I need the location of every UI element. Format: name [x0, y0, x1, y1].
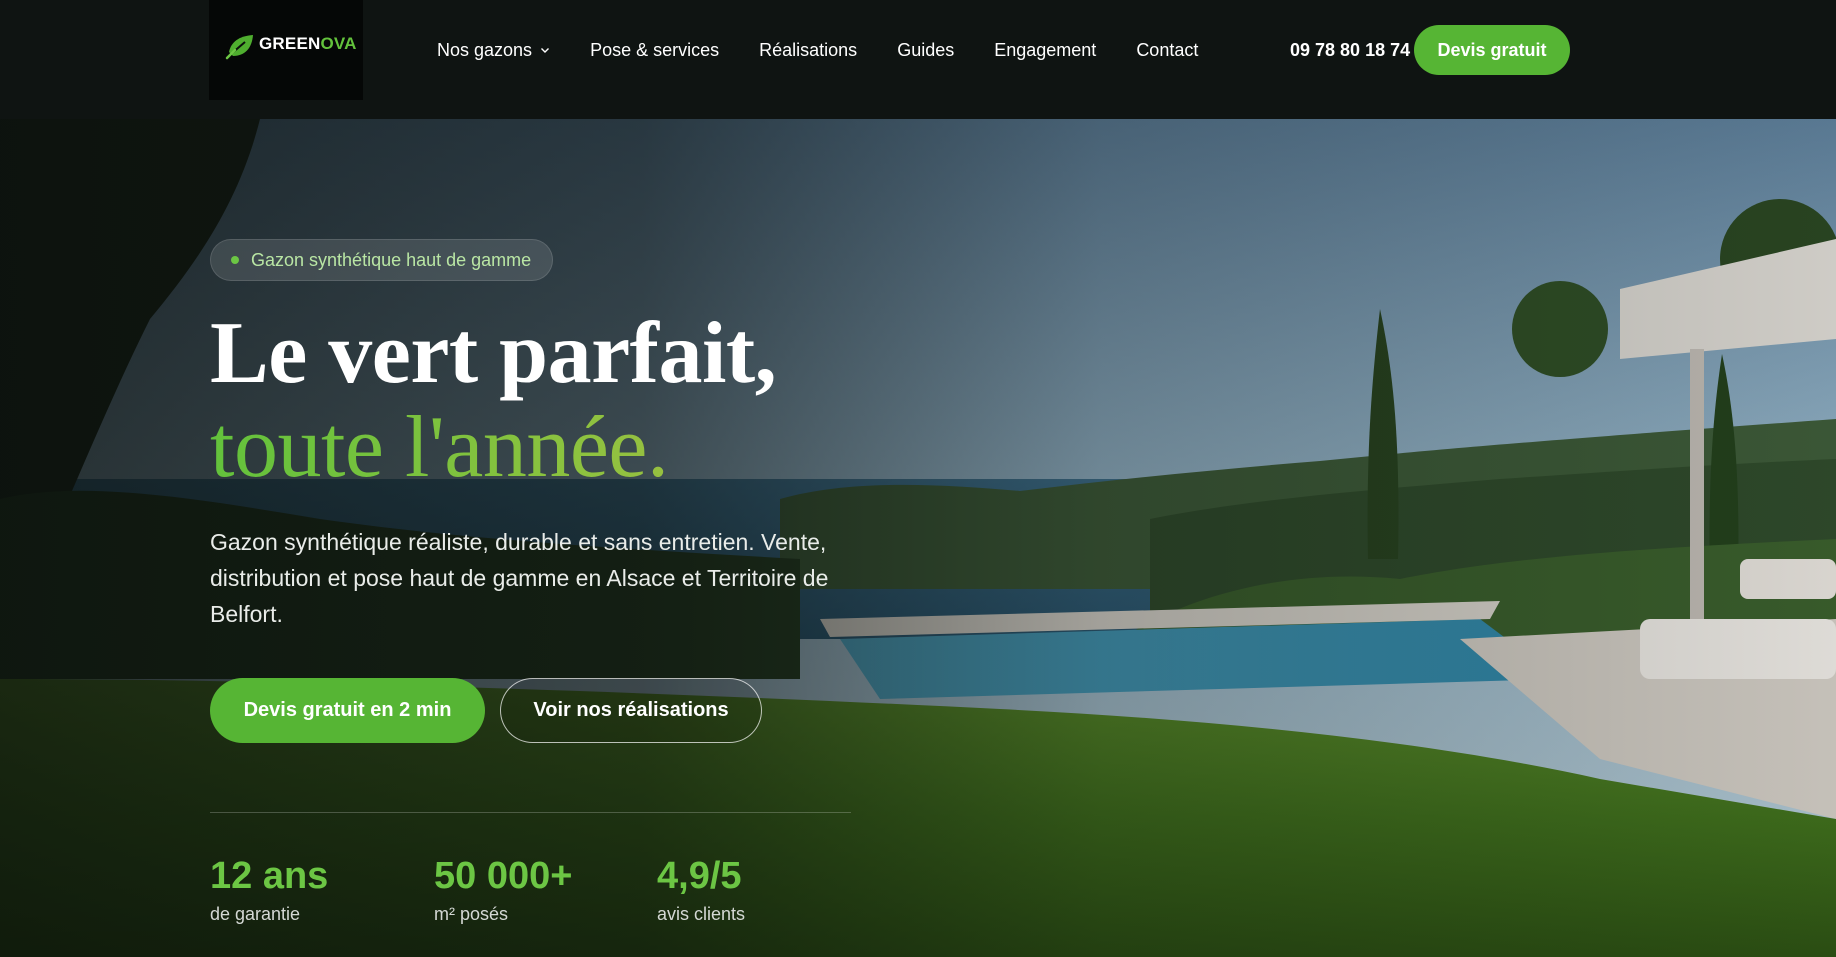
- nav-item-label: Contact: [1136, 39, 1199, 60]
- nav-item-label: Engagement: [994, 39, 1097, 60]
- free-quote-button[interactable]: Devis gratuit en 2 min: [210, 678, 485, 743]
- nav-item-label: Nos gazons: [437, 39, 533, 60]
- stat-label: m² posés: [434, 904, 509, 924]
- stats-divider: [210, 812, 851, 813]
- logo[interactable]: GREENOVA: [209, 0, 363, 100]
- hero-section: Gazon synthétique haut de gamme Le vert …: [0, 119, 1836, 957]
- stat-reviews: 4,9/5 avis clients: [657, 854, 745, 927]
- site-header: GREENOVA Nos gazons Pose & services Réal…: [0, 0, 1836, 119]
- hero-badge: Gazon synthétique haut de gamme: [210, 239, 554, 281]
- leaf-logo-icon: [225, 35, 253, 60]
- hero-description: Gazon synthétique réaliste, durable et s…: [210, 529, 829, 627]
- header-quote-button[interactable]: Devis gratuit: [1414, 25, 1570, 75]
- nav-item-pose-services[interactable]: Pose & services: [590, 40, 719, 61]
- stat-warranty: 12 ans de garantie: [210, 854, 328, 927]
- phone-link[interactable]: 09 78 80 18 74: [1290, 40, 1410, 61]
- nav-item-contact[interactable]: Contact: [1136, 40, 1198, 61]
- nav-item-label: Réalisations: [759, 39, 858, 60]
- chevron-down-icon: [541, 48, 550, 53]
- nav-item-nos-gazons[interactable]: Nos gazons: [437, 40, 550, 61]
- main-nav: Nos gazons Pose & services Réalisations …: [437, 0, 1198, 100]
- hero-title-line-2: toute l'année.: [210, 401, 1110, 495]
- stat-label: avis clients: [657, 904, 746, 924]
- nav-item-engagement[interactable]: Engagement: [994, 40, 1096, 61]
- view-projects-button[interactable]: Voir nos réalisations: [500, 678, 762, 743]
- badge-dot-icon: [231, 256, 239, 264]
- nav-item-guides[interactable]: Guides: [897, 40, 954, 61]
- logo-brand-prefix: GREEN: [259, 34, 321, 53]
- hero-title-line-1: Le vert parfait,: [210, 305, 777, 402]
- stat-value: 12 ans: [210, 855, 329, 897]
- stat-value: 4,9/5: [657, 855, 742, 897]
- stat-label: de garantie: [210, 904, 301, 924]
- logo-wordmark: GREENOVA: [259, 34, 357, 54]
- badge-text: Gazon synthétique haut de gamme: [251, 249, 532, 270]
- stat-area-installed: 50 000+ m² posés: [434, 854, 572, 927]
- nav-item-label: Guides: [897, 39, 955, 60]
- nav-item-realisations[interactable]: Réalisations: [759, 40, 857, 61]
- logo-brand-suffix: OVA: [320, 34, 357, 53]
- stat-value: 50 000+: [434, 855, 573, 897]
- nav-item-label: Pose & services: [590, 39, 720, 60]
